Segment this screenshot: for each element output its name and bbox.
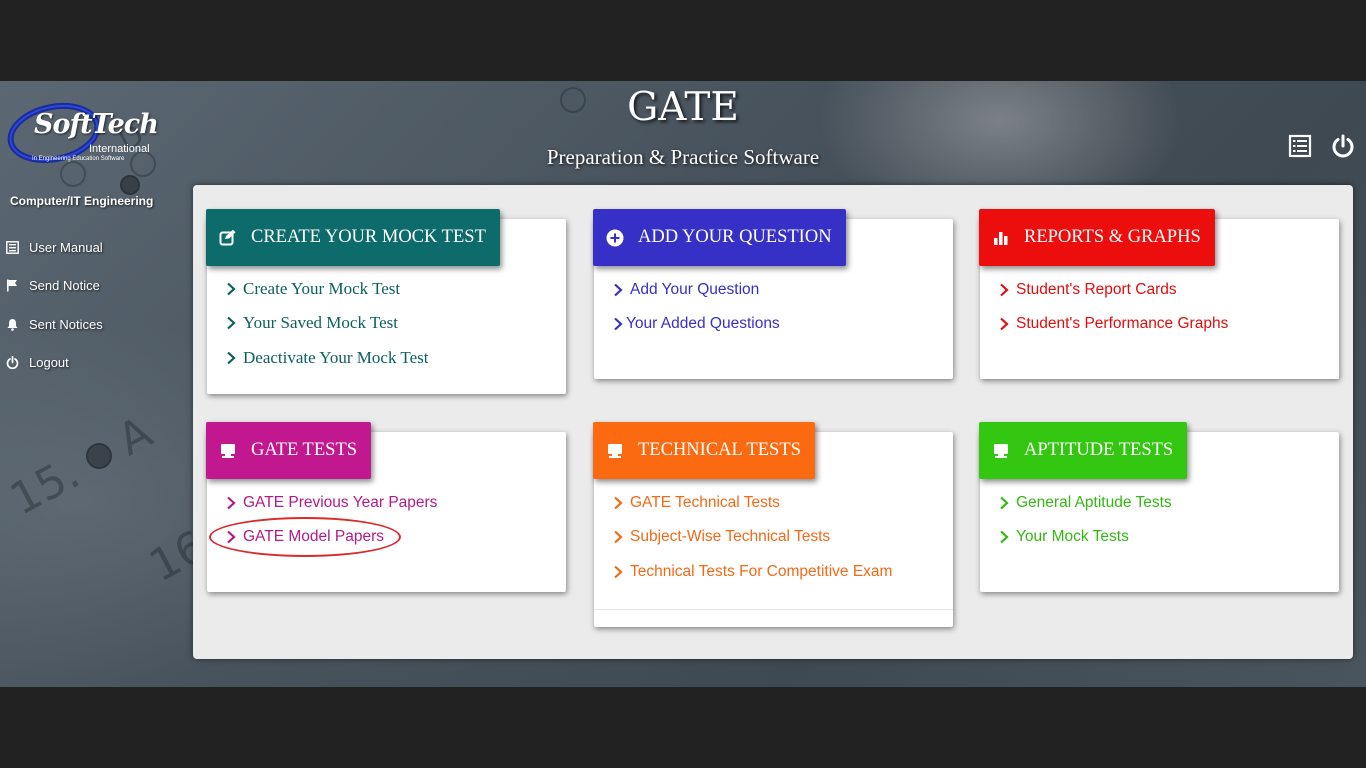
link-your-added-questions[interactable]: Your Added Questions <box>612 313 780 335</box>
card-header-create-mock-test[interactable]: CREATE YOUR MOCK TEST <box>206 209 500 266</box>
flag-icon <box>5 278 19 292</box>
chevron-right-icon <box>612 317 624 331</box>
card-header-add-your-question[interactable]: ADD YOUR QUESTION <box>593 209 846 266</box>
plus-circle-icon <box>606 229 624 247</box>
card-title: REPORTS & GRAPHS <box>1024 227 1201 247</box>
app-title: GATE <box>627 85 739 130</box>
link-subject-wise-technical-tests[interactable]: Subject-Wise Technical Tests <box>612 526 830 548</box>
chevron-right-icon <box>225 351 237 365</box>
link-label: Student's Report Cards <box>1016 281 1177 298</box>
link-label: Technical Tests For Competitive Exam <box>630 563 893 580</box>
power-icon <box>1332 134 1354 158</box>
monitor-icon <box>219 442 237 460</box>
link-label: Student's Performance Graphs <box>1016 315 1229 332</box>
highlight-annotation-oval <box>209 517 401 557</box>
link-label: Deactivate Your Mock Test <box>243 348 429 367</box>
link-add-your-question[interactable]: Add Your Question <box>612 279 759 301</box>
power-icon <box>5 355 19 369</box>
card-technical-tests: TECHNICAL TESTS GATE Technical Tests Sub… <box>593 422 953 627</box>
link-students-performance-graphs[interactable]: Student's Performance Graphs <box>998 313 1228 335</box>
sidebar-item-sent-notices[interactable]: Sent Notices <box>5 313 103 335</box>
list-icon <box>1288 134 1312 158</box>
chevron-right-icon <box>612 496 624 510</box>
chevron-right-icon <box>998 530 1010 544</box>
chevron-right-icon <box>998 496 1010 510</box>
chevron-right-icon <box>225 282 237 296</box>
card-header-gate-tests[interactable]: GATE TESTS <box>206 422 372 479</box>
link-create-your-mock-test[interactable]: Create Your Mock Test <box>225 278 400 300</box>
link-students-report-cards[interactable]: Student's Report Cards <box>998 279 1177 301</box>
link-label: GATE Technical Tests <box>630 494 780 511</box>
card-title: TECHNICAL TESTS <box>638 440 801 460</box>
department-label: Computer/IT Engineering <box>10 194 154 208</box>
link-label: General Aptitude Tests <box>1016 494 1172 511</box>
link-your-mock-tests[interactable]: Your Mock Tests <box>998 526 1129 548</box>
sidebar-item-user-manual[interactable]: User Manual <box>5 236 103 258</box>
sidebar-item-label: Logout <box>29 354 69 370</box>
chevron-right-icon <box>612 283 624 297</box>
card-create-mock-test: CREATE YOUR MOCK TEST Create Your Mock T… <box>206 209 566 394</box>
link-label: Your Added Questions <box>626 315 780 332</box>
card-reports-graphs: REPORTS & GRAPHS Student's Report Cards … <box>979 209 1339 379</box>
link-label: Create Your Mock Test <box>243 279 401 298</box>
link-technical-tests-competitive-exam[interactable]: Technical Tests For Competitive Exam <box>612 561 892 583</box>
list-icon <box>5 240 19 254</box>
card-gate-tests: GATE TESTS GATE Previous Year Papers GAT… <box>206 422 566 592</box>
link-gate-previous-year-papers[interactable]: GATE Previous Year Papers <box>225 492 437 514</box>
card-aptitude-tests: APTITUDE TESTS General Aptitude Tests Yo… <box>979 422 1339 592</box>
link-label: Your Mock Tests <box>1016 528 1129 545</box>
card-add-your-question: ADD YOUR QUESTION Add Your Question Your… <box>593 209 953 379</box>
link-your-saved-mock-test[interactable]: Your Saved Mock Test <box>225 312 398 334</box>
chevron-right-icon <box>612 565 624 579</box>
card-divider <box>594 609 953 610</box>
chevron-right-icon <box>225 496 237 510</box>
bell-icon <box>5 317 19 331</box>
sidebar-item-send-notice[interactable]: Send Notice <box>5 274 100 296</box>
monitor-icon <box>992 442 1010 460</box>
chevron-right-icon <box>225 316 237 330</box>
card-header-aptitude-tests[interactable]: APTITUDE TESTS <box>979 422 1188 479</box>
card-title: CREATE YOUR MOCK TEST <box>251 227 486 247</box>
card-title: ADD YOUR QUESTION <box>638 227 832 247</box>
user-manual-button[interactable] <box>1287 133 1313 159</box>
sidebar-item-label: User Manual <box>29 239 103 255</box>
app-subtitle: Preparation & Practice Software <box>546 145 820 169</box>
chevron-right-icon <box>998 283 1010 297</box>
link-label: Subject-Wise Technical Tests <box>630 528 831 545</box>
link-general-aptitude-tests[interactable]: General Aptitude Tests <box>998 492 1172 514</box>
chevron-right-icon <box>998 317 1010 331</box>
link-label: GATE Previous Year Papers <box>243 494 438 511</box>
background-bubble <box>86 443 112 469</box>
chevron-right-icon <box>612 530 624 544</box>
bar-chart-icon <box>992 229 1010 247</box>
sidebar-item-logout[interactable]: Logout <box>5 351 69 373</box>
card-title: APTITUDE TESTS <box>1024 440 1174 460</box>
link-deactivate-your-mock-test[interactable]: Deactivate Your Mock Test <box>225 347 428 369</box>
background-number: 15. <box>2 447 88 526</box>
card-header-technical-tests[interactable]: TECHNICAL TESTS <box>593 422 815 479</box>
link-gate-technical-tests[interactable]: GATE Technical Tests <box>612 492 780 514</box>
card-header-reports-graphs[interactable]: REPORTS & GRAPHS <box>979 209 1215 266</box>
sidebar-item-label: Sent Notices <box>29 316 103 332</box>
edit-icon <box>219 229 237 247</box>
power-button[interactable] <box>1330 133 1356 159</box>
sidebar-item-label: Send Notice <box>29 277 100 293</box>
link-label: Your Saved Mock Test <box>243 313 398 332</box>
monitor-icon <box>606 442 624 460</box>
background-bubble <box>120 175 140 195</box>
card-title: GATE TESTS <box>251 440 358 460</box>
background-letter: A <box>109 406 161 467</box>
link-label: Add Your Question <box>630 281 760 298</box>
